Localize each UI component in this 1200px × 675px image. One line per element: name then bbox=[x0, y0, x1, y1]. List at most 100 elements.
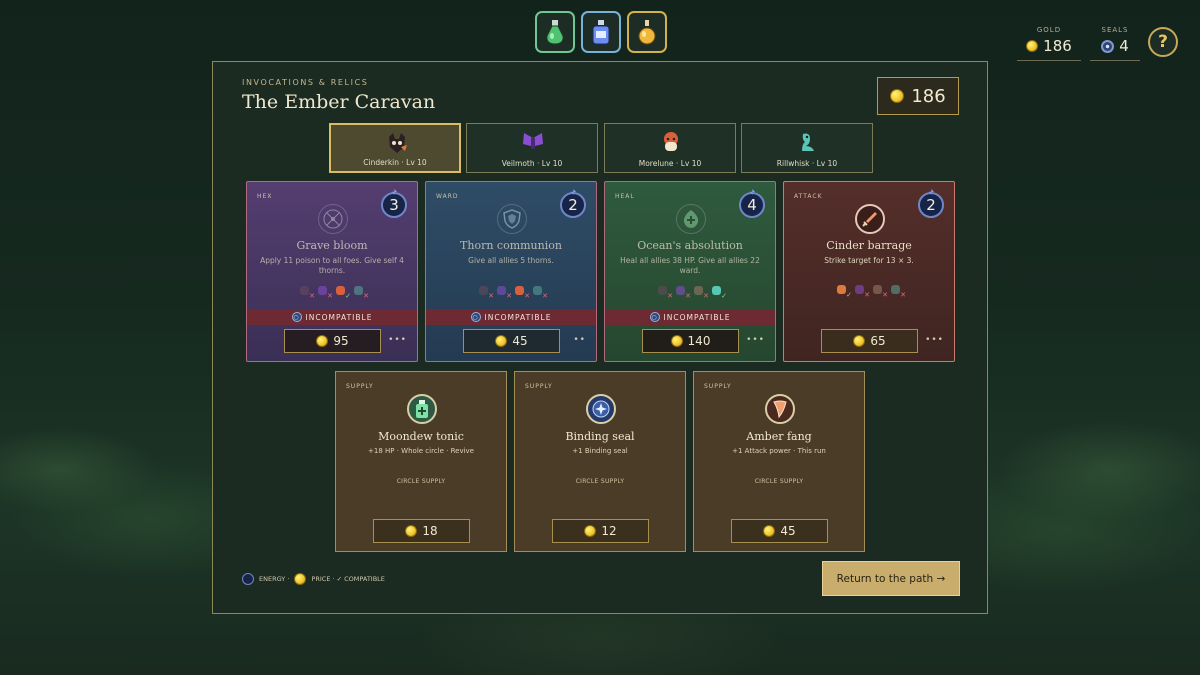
compatibility-row: ✓ ✕ ✕ ✕ bbox=[784, 284, 954, 299]
compatibility-row: ✕ ✕ ✕ ✓ bbox=[605, 285, 775, 300]
rillwhisk-sprite-icon bbox=[802, 133, 814, 151]
supply-card-amber-fang[interactable]: SUPPLY Amber fang +1 Attack power · This… bbox=[693, 371, 865, 552]
rillwhisk-mini-icon bbox=[891, 285, 900, 294]
spell-card-grave-bloom[interactable]: HEX 3 Grave bloom Apply 11 poison to all… bbox=[246, 181, 418, 362]
veilmoth-mini-icon bbox=[318, 286, 327, 295]
return-to-path-button[interactable]: Return to the path → bbox=[822, 561, 960, 596]
seals-label: SEALS bbox=[1101, 26, 1129, 34]
potion-slot-green[interactable] bbox=[535, 11, 575, 53]
morelune-mini-icon bbox=[515, 286, 524, 295]
card-description: Heal all allies 38 HP. Give all allies 2… bbox=[620, 256, 760, 275]
morelune-mini-icon bbox=[336, 286, 345, 295]
price-button[interactable]: 65 bbox=[821, 329, 918, 353]
legend: ENERGY · PRICE · ✓ COMPATIBLE bbox=[242, 573, 385, 585]
spell-card-oceans-absolution[interactable]: HEAL 4 Ocean's absolution Heal all allie… bbox=[604, 181, 776, 362]
spell-card-cinder-barrage[interactable]: ATTACK 2 Cinder barrage Strike target fo… bbox=[783, 181, 955, 362]
coin-icon bbox=[763, 525, 776, 537]
compat-veilmoth: ✕ bbox=[675, 285, 691, 300]
veilmoth-mini-icon bbox=[676, 286, 685, 295]
seals-stat: SEALS 4 bbox=[1090, 26, 1140, 61]
green-potion-icon bbox=[546, 20, 564, 45]
energy-legend-icon bbox=[242, 573, 254, 585]
incompatible-mark: ✕ bbox=[327, 292, 333, 300]
party-name: Veilmoth · Lv 10 bbox=[501, 159, 563, 168]
incompatible-mark: ✕ bbox=[542, 292, 548, 300]
compat-veilmoth: ✕ bbox=[317, 285, 333, 300]
compat-rillwhisk: ✕ bbox=[890, 284, 906, 299]
card-description: Strike target for 13 × 3. bbox=[824, 256, 914, 265]
card-name: Cinder barrage bbox=[826, 239, 912, 252]
cinderkin-mini-icon bbox=[837, 285, 846, 294]
more-options-button[interactable]: ••• bbox=[925, 335, 944, 345]
energy-cost-badge: 4 bbox=[739, 192, 765, 218]
veilmoth-mini-icon bbox=[855, 285, 864, 294]
compatibility-row: ✕ ✕ ✕ ✕ bbox=[426, 285, 596, 300]
incompatible-banner: ○ INCOMPATIBLE bbox=[247, 309, 417, 325]
compatible-check-icon: ✓ bbox=[345, 292, 351, 300]
shield-icon bbox=[497, 204, 527, 234]
gold-label: GOLD bbox=[1036, 26, 1062, 34]
supply-card-binding-seal[interactable]: SUPPLY Binding seal +1 Binding seal CIRC… bbox=[514, 371, 686, 552]
card-type: HEX bbox=[257, 193, 273, 200]
card-type: SUPPLY bbox=[346, 383, 374, 390]
more-options-button[interactable]: ••• bbox=[746, 335, 765, 345]
price-value: 45 bbox=[780, 524, 796, 538]
price-button[interactable]: 12 bbox=[552, 519, 649, 543]
coin-icon bbox=[890, 89, 905, 103]
card-description: Apply 11 poison to all foes. Give self 4… bbox=[260, 256, 404, 275]
incompatible-label: INCOMPATIBLE bbox=[663, 312, 731, 322]
incompatible-mark: ✕ bbox=[524, 292, 530, 300]
supply-name: Amber fang bbox=[746, 430, 812, 443]
help-button[interactable]: ? bbox=[1148, 27, 1178, 57]
price-button[interactable]: 45 bbox=[463, 329, 560, 353]
compatible-check-icon: ✓ bbox=[846, 291, 852, 299]
incompatible-banner: ○ INCOMPATIBLE bbox=[605, 309, 775, 325]
party-name: Rillwhisk · Lv 10 bbox=[776, 159, 838, 168]
spell-card-thorn-communion[interactable]: WARD 2 Thorn communion Give all allies 5… bbox=[425, 181, 597, 362]
price-button[interactable]: 140 bbox=[642, 329, 739, 353]
seals-value: 4 bbox=[1119, 37, 1129, 55]
morelune-mini-icon bbox=[694, 286, 703, 295]
price-value: 18 bbox=[422, 524, 438, 538]
party-tab-morelune[interactable]: Morelune · Lv 10 bbox=[604, 123, 736, 173]
price-button[interactable]: 95 bbox=[284, 329, 381, 353]
more-options-button[interactable]: ••• bbox=[388, 335, 407, 345]
compat-rillwhisk: ✕ bbox=[353, 285, 369, 300]
supply-card-moondew-tonic[interactable]: SUPPLY Moondew tonic +18 HP · Whole circ… bbox=[335, 371, 507, 552]
sword-icon bbox=[855, 204, 885, 234]
blue-potion-icon bbox=[592, 20, 610, 45]
coin-icon bbox=[495, 335, 508, 347]
price-button[interactable]: 18 bbox=[373, 519, 470, 543]
card-type: SUPPLY bbox=[525, 383, 553, 390]
supply-description: +1 Binding seal bbox=[572, 447, 628, 455]
gold-value: 186 bbox=[1043, 37, 1072, 55]
gold-underline bbox=[1017, 60, 1081, 61]
compat-cinderkin: ✕ bbox=[478, 285, 494, 300]
party-tab-rillwhisk[interactable]: Rillwhisk · Lv 10 bbox=[741, 123, 873, 173]
more-options-button[interactable]: •• bbox=[573, 335, 586, 345]
supply-description: +18 HP · Whole circle · Revive bbox=[368, 447, 474, 455]
incompatible-mark: ✕ bbox=[864, 291, 870, 299]
price-value: 45 bbox=[512, 334, 528, 348]
supply-tag: CIRCLE SUPPLY bbox=[396, 478, 446, 485]
rillwhisk-mini-icon bbox=[354, 286, 363, 295]
party-tab-cinderkin[interactable]: Cinderkin · Lv 10 bbox=[329, 123, 461, 173]
incompatible-mark: ✕ bbox=[703, 292, 709, 300]
shop-subtitle: INVOCATIONS & RELICS bbox=[242, 78, 369, 87]
coin-icon bbox=[316, 335, 329, 347]
incompatible-mark: ✕ bbox=[882, 291, 888, 299]
potion-slot-gold[interactable] bbox=[627, 11, 667, 53]
lock-icon: ○ bbox=[470, 312, 481, 322]
price-button[interactable]: 45 bbox=[731, 519, 828, 543]
coin-icon bbox=[670, 335, 683, 347]
party-tab-veilmoth[interactable]: Veilmoth · Lv 10 bbox=[466, 123, 598, 173]
compat-morelune: ✓ bbox=[335, 285, 351, 300]
coin-icon bbox=[853, 335, 866, 347]
potion-slot-blue[interactable] bbox=[581, 11, 621, 53]
rillwhisk-mini-icon bbox=[533, 286, 542, 295]
compatibility-row: ✕ ✕ ✓ ✕ bbox=[247, 285, 417, 300]
legend-energy-label: ENERGY · bbox=[259, 575, 290, 583]
supply-tag: CIRCLE SUPPLY bbox=[575, 478, 625, 485]
gold-stat: GOLD 186 bbox=[1017, 26, 1081, 61]
lock-icon: ○ bbox=[649, 312, 660, 322]
